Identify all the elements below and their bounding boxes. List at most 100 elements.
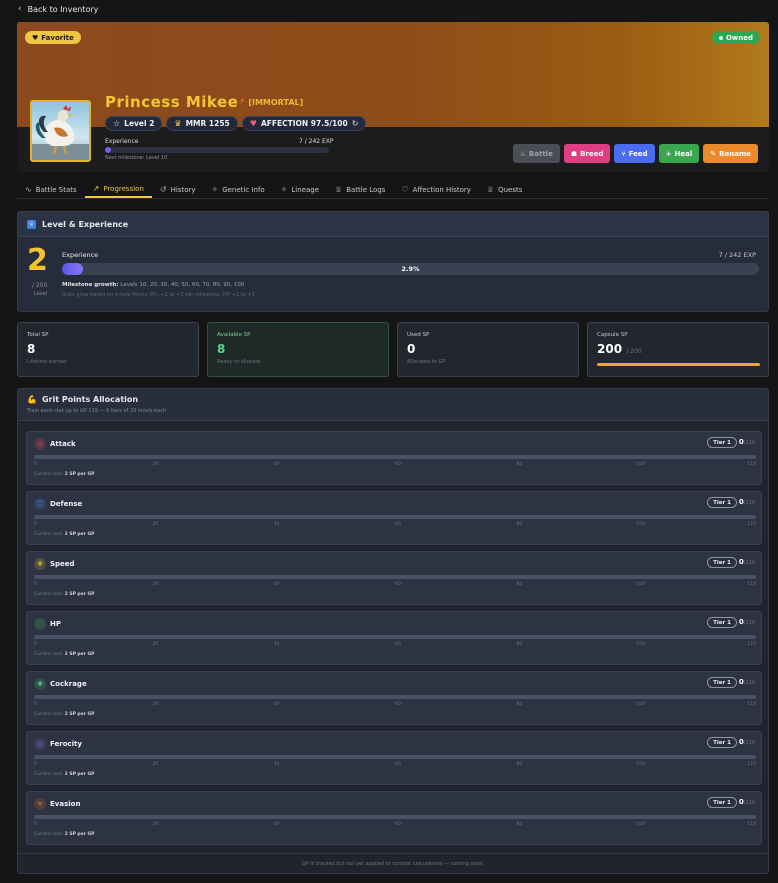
gp-slider-track[interactable] xyxy=(34,575,756,579)
tab-genetic-info[interactable]: ✧ Genetic Info xyxy=(204,181,273,198)
gp-slider-track[interactable] xyxy=(34,755,756,759)
tab-label: Battle Logs xyxy=(346,185,386,194)
flexed-arm-icon: 💪 xyxy=(27,395,37,404)
gp-tick-label: 20 xyxy=(152,462,159,467)
tab-label: Affection History xyxy=(412,185,471,194)
gp-tick-label: 60 xyxy=(395,462,401,467)
gp-tick-label: 80 xyxy=(516,822,523,827)
gp-slider-track[interactable] xyxy=(34,815,756,819)
gp-stat-name: Attack xyxy=(50,440,76,448)
gp-tick-label: 60 xyxy=(395,762,401,767)
gp-cost: Current cost: 2 SP per GP xyxy=(34,472,94,477)
pulse-icon: ∿ xyxy=(25,185,32,194)
tab-affection-history[interactable]: ♡ Affection History xyxy=(393,181,478,198)
plus-icon: + xyxy=(665,149,672,158)
gp-stat-row-evasion: ≋ Evasion Tier 1 0/119 0 20 40 60 80 100 119 Curren… xyxy=(26,791,762,845)
gp-tick-label: 119 xyxy=(747,822,756,827)
history-icon: ↺ xyxy=(159,185,167,194)
gp-tick-label: 20 xyxy=(152,642,159,647)
tab-label: Lineage xyxy=(291,185,320,194)
gp-slider-track[interactable] xyxy=(34,515,756,519)
gp-tick-label: 100 xyxy=(636,762,646,767)
gp-tick-label: 40 xyxy=(273,822,280,827)
rarity-tag: ⚡ [IMMORTAL] xyxy=(239,97,303,107)
tab-label: History xyxy=(170,185,196,194)
status-dot-icon xyxy=(718,35,723,40)
tab-lineage[interactable]: ✧ Lineage xyxy=(273,181,327,198)
gp-stat-row-speed: ✥ Speed Tier 1 0/119 0 20 40 60 80 100 119 Current … xyxy=(26,551,762,605)
available-sp-card: Available SP 8 Ready to allocate xyxy=(207,322,389,377)
detail-tabs: ∿ Battle Stats ↗ Progression ↺ History ✧ Gen… xyxy=(17,181,530,198)
trophy-icon: ♕ xyxy=(27,219,36,229)
gp-tick-label: 100 xyxy=(636,822,646,827)
mmr-badge: ♛ MMR 1255 xyxy=(166,116,238,131)
gp-tick-label: 80 xyxy=(516,582,523,587)
tab-battle-logs[interactable]: ♕ Battle Logs xyxy=(327,181,393,198)
gp-tick-label: 100 xyxy=(636,582,646,587)
feed-button[interactable]: ⑂ Feed xyxy=(614,144,655,163)
gp-cost: Current cost: 2 SP per GP xyxy=(34,772,94,777)
gp-cost-label: Current cost: xyxy=(34,772,64,777)
gp-stat-max: /119 xyxy=(743,740,755,746)
rename-button[interactable]: ✎ Rename xyxy=(703,144,758,163)
refresh-icon[interactable]: ↻ xyxy=(352,119,359,128)
gp-tick-label: 40 xyxy=(273,582,280,587)
gp-cost: Current cost: 2 SP per GP xyxy=(34,652,94,657)
tab-quests[interactable]: ♕ Quests xyxy=(479,181,530,198)
gp-slider-ticks: 0 20 40 60 80 100 119 xyxy=(34,582,756,589)
gp-cost-label: Current cost: xyxy=(34,832,64,837)
heart-icon: ♡ xyxy=(401,185,409,194)
gp-slider-track[interactable] xyxy=(34,455,756,459)
breed-button[interactable]: ☗ Breed xyxy=(563,144,611,163)
gp-cost: Current cost: 2 SP per GP xyxy=(34,592,94,597)
level-badge-label: Level 2 xyxy=(124,119,155,128)
gp-tick-label: 80 xyxy=(516,522,523,527)
tab-history[interactable]: ↺ History xyxy=(152,181,204,198)
gp-panel-header: 💪 Grit Points Allocation Train each stat… xyxy=(18,389,768,421)
trophy-icon: ♛ xyxy=(174,119,182,128)
tab-progression[interactable]: ↗ Progression xyxy=(84,181,152,198)
gp-title: Grit Points Allocation xyxy=(41,395,139,404)
gp-cost-value: 2 SP per GP xyxy=(64,772,95,777)
rooster-avatar xyxy=(30,100,91,162)
gp-tick-label: 40 xyxy=(273,642,280,647)
star-icon: ☆ xyxy=(113,119,121,128)
gp-cost-value: 2 SP per GP xyxy=(64,592,95,597)
heal-button[interactable]: + Heal xyxy=(658,144,700,163)
battle-button[interactable]: ⚔ Battle xyxy=(512,144,560,163)
gp-tick-label: 100 xyxy=(636,462,646,467)
gp-stat-name: Evasion xyxy=(50,800,81,808)
feed-label: Feed xyxy=(628,149,648,158)
crossed-swords-icon: ⚔ xyxy=(519,149,526,158)
favorite-badge[interactable]: ♥ Favorite xyxy=(25,31,81,44)
gp-stat-row-hp: ♡ HP Tier 1 0/119 0 20 40 60 80 100 119 Current cos… xyxy=(26,611,762,665)
gp-tick-label: 100 xyxy=(636,522,646,527)
milestone-label: Milestone growth: xyxy=(62,282,119,288)
tier-badge: Tier 1 xyxy=(707,737,737,748)
gp-tick-label: 60 xyxy=(395,822,401,827)
experience-bar: 2.9% xyxy=(62,263,759,275)
gp-cost: Current cost: 2 SP per GP xyxy=(34,712,94,717)
capsule-sp-card: Capsule SP 200 / 200 xyxy=(587,322,769,377)
tab-label: Progression xyxy=(103,184,144,193)
gp-cost-value: 2 SP per GP xyxy=(64,532,95,537)
gp-stat-row-ferocity: ⚔ Ferocity Tier 1 0/119 0 20 40 60 80 100 119 Curre… xyxy=(26,731,762,785)
back-to-inventory-link[interactable]: ‹ Back to Inventory xyxy=(18,3,98,15)
gp-slider-track[interactable] xyxy=(34,695,756,699)
gp-stat-max: /119 xyxy=(743,680,755,686)
tab-battle-stats[interactable]: ∿ Battle Stats xyxy=(17,181,85,198)
gp-stat-name: Speed xyxy=(50,560,75,568)
gp-slider-track[interactable] xyxy=(34,635,756,639)
gp-title-row: 💪 Grit Points Allocation xyxy=(27,395,138,404)
gp-tick-label: 0 xyxy=(34,462,37,467)
capsule-sp-bar xyxy=(597,363,760,366)
gp-tick-label: 60 xyxy=(395,702,401,707)
gp-stat-max: /119 xyxy=(743,620,755,626)
gp-cost-label: Current cost: xyxy=(34,712,64,717)
breed-label: Breed xyxy=(580,149,604,158)
next-milestone: Next milestone: Level 10 xyxy=(105,155,168,161)
bolt-icon: ⚡ xyxy=(239,97,246,107)
capsule-sp-value: 200 xyxy=(597,342,623,356)
gp-stat-value: 0/119 xyxy=(739,798,755,806)
total-sp-sub: Lifetime earned xyxy=(27,359,67,365)
